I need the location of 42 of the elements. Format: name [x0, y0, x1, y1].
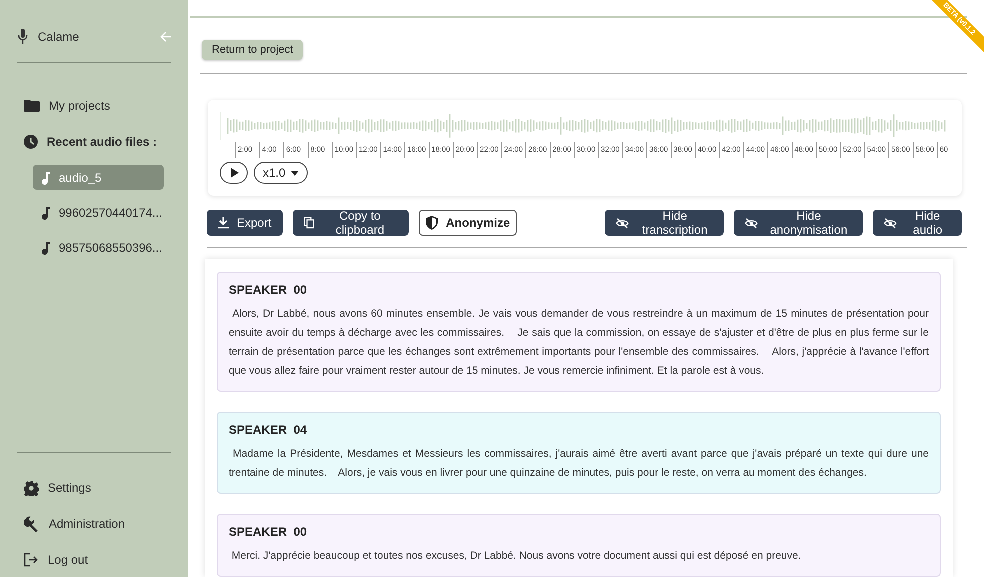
hide-toggle-button[interactable]: Hide anonymisation [734, 210, 863, 236]
hide-toggle-button[interactable]: Hide transcription [605, 210, 724, 236]
copy-icon [304, 216, 314, 230]
logout-icon [24, 553, 39, 567]
wrench-icon [24, 516, 40, 532]
play-button[interactable] [220, 162, 248, 184]
audio-file-item[interactable]: 98575068550396... [33, 235, 164, 260]
clock-icon [24, 135, 38, 149]
transcript-text: Alors, Dr Labbé, nous avons 60 minutes ensemble. Je vais vous demander de vous restreindre à un maximum de 15 minutes de présentation pour ensuite avoir du temps à décharge avec les commissaires. Je sais que la commission, on essaye de s'ajuster et d'être de plus en plus ferme sur le terrain de présentation parce que les échanges sont extrêmement importants pour l'ensemble des commissaires. Alors, j'apprécie à l'avance l'effort que vous allez faire pour vraiment rester autour de 15 minutes. Je vous remercie infiniment. Et la parole est à vous. [229, 307, 929, 379]
speaker-label: SPEAKER_00 [229, 283, 308, 297]
nav-link[interactable]: My projects [49, 99, 110, 113]
audio-file-item[interactable]: 99602570440174... [33, 200, 164, 225]
music-note-icon [42, 206, 51, 220]
return-button[interactable]: Return to project [202, 40, 304, 60]
speed-dropdown[interactable]: x1.0 [254, 162, 308, 184]
app-logo-name: Calame [38, 30, 80, 44]
transcript-text: Merci. J'apprécie beaucoup et toutes nos excuses, Dr Labbé. Nous avons votre document aussi qui est déposé en preuve. [230, 549, 802, 564]
speaker-label: SPEAKER_00 [229, 525, 308, 539]
gear-icon [24, 480, 39, 496]
waveform-drawing[interactable] [220, 112, 946, 140]
copy-button[interactable]: Copy to clipboard [292, 210, 410, 236]
back-arrow-icon[interactable] [160, 31, 172, 43]
anonymize-button[interactable]: Anonymize [419, 210, 518, 236]
folder-icon [24, 100, 40, 112]
hidden-eye-icon [884, 216, 897, 230]
transcript-text: Madame la Présidente, Mesdames et Messieurs les commissaires, j'aurais aimé être averti avant parce que j'avais préparé un texte qui dure une trentaine de minutes. Alors, je vais vous en livrer pour une quinzaine de minutes, puis pour le reste, on verra au moment des échanges. [229, 447, 929, 481]
export-button[interactable]: Export [207, 210, 283, 236]
hidden-eye-icon [616, 216, 630, 230]
speaker-label: SPEAKER_04 [229, 423, 308, 437]
shield-icon [426, 216, 438, 230]
music-note-icon [42, 240, 51, 254]
caret-icon [290, 170, 299, 176]
nav-link[interactable]: Administration [49, 517, 126, 531]
microphone-icon [18, 29, 28, 45]
music-note-icon [42, 170, 51, 184]
play-icon [230, 168, 238, 178]
nav-link[interactable]: Settings [48, 481, 92, 495]
download-icon [218, 217, 229, 229]
hide-toggle-button[interactable]: Hide audio [872, 210, 962, 236]
hidden-eye-icon [745, 216, 758, 230]
section-label: Recent audio files : [47, 135, 158, 149]
nav-link[interactable]: Log out [48, 553, 88, 567]
